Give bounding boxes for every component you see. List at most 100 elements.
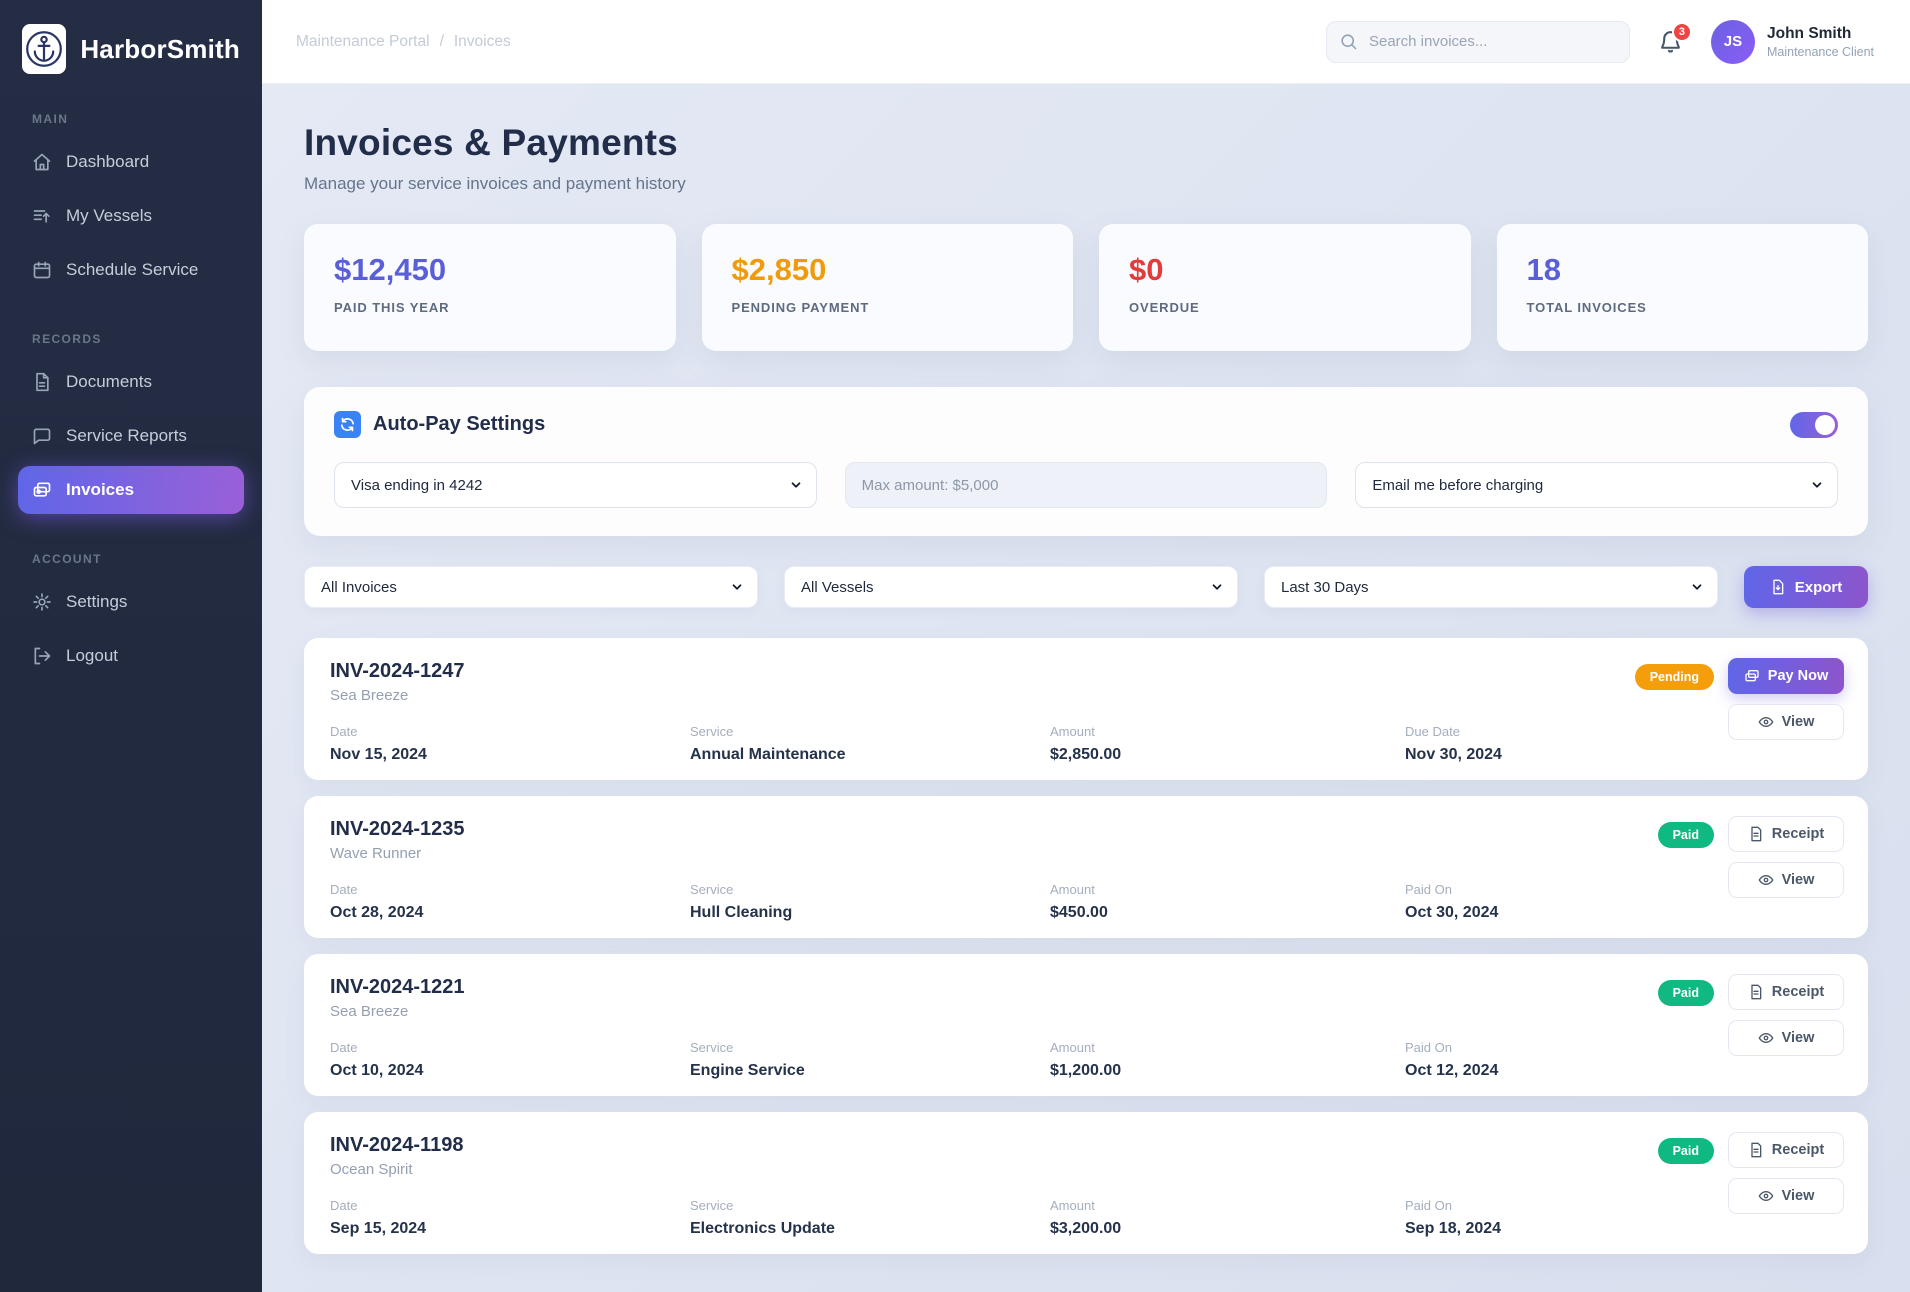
- home-icon: [32, 152, 52, 172]
- user-role: Maintenance Client: [1767, 45, 1874, 59]
- stat-value: $12,450: [334, 252, 646, 288]
- document-icon: [32, 372, 52, 392]
- invoice-number: INV-2024-1198: [330, 1134, 1842, 1157]
- stat-value: $0: [1129, 252, 1441, 288]
- receipt-button[interactable]: Receipt: [1728, 816, 1844, 852]
- notifications-button[interactable]: 3: [1658, 29, 1683, 54]
- user-name: John Smith: [1767, 25, 1874, 43]
- invoice-field-amount: Amount $450.00: [1050, 882, 1405, 922]
- card-icon: [1744, 668, 1760, 684]
- sidebar-item-label: Service Reports: [66, 426, 187, 446]
- sidebar-item-documents[interactable]: Documents: [18, 358, 244, 406]
- invoice-row: INV-2024-1198 Ocean Spirit Date Sep 15, …: [304, 1112, 1868, 1254]
- stat-label: PAID THIS YEAR: [334, 300, 646, 315]
- sidebar-item-logout[interactable]: Logout: [18, 632, 244, 680]
- sidebar-item-label: Documents: [66, 372, 152, 392]
- sidebar-item-settings[interactable]: Settings: [18, 578, 244, 626]
- gear-icon: [32, 592, 52, 612]
- stat-label: PENDING PAYMENT: [732, 300, 1044, 315]
- autopay-refresh-icon: [334, 411, 361, 438]
- max-amount-input[interactable]: [845, 462, 1328, 508]
- page-title: Invoices & Payments: [304, 122, 1868, 164]
- invoice-row: INV-2024-1247 Sea Breeze Date Nov 15, 20…: [304, 638, 1868, 780]
- report-chat-icon: [32, 426, 52, 446]
- view-label: View: [1782, 1030, 1815, 1046]
- user-menu[interactable]: JS John Smith Maintenance Client: [1711, 20, 1874, 64]
- status-badge: Paid: [1658, 822, 1714, 848]
- notify-select[interactable]: Email me before charging: [1355, 462, 1838, 508]
- sidebar-item-schedule-service[interactable]: Schedule Service: [18, 246, 244, 294]
- sidebar-item-label: My Vessels: [66, 206, 152, 226]
- payment-method-select[interactable]: Visa ending in 4242: [334, 462, 817, 508]
- invoice-list: INV-2024-1247 Sea Breeze Date Nov 15, 20…: [304, 638, 1868, 1254]
- invoice-vessel: Sea Breeze: [330, 687, 1842, 704]
- view-button[interactable]: View: [1728, 704, 1844, 740]
- invoice-cards-icon: [32, 480, 52, 500]
- sidebar-item-label: Settings: [66, 592, 127, 612]
- receipt-icon: [1748, 984, 1764, 1000]
- pay-now-label: Pay Now: [1768, 668, 1828, 684]
- logout-icon: [32, 646, 52, 666]
- breadcrumb-parent[interactable]: Maintenance Portal: [296, 33, 430, 51]
- receipt-button[interactable]: Receipt: [1728, 974, 1844, 1010]
- stat-label: TOTAL INVOICES: [1527, 300, 1839, 315]
- stat-card-overdue: $0 OVERDUE: [1099, 224, 1471, 351]
- notification-count-badge: 3: [1672, 22, 1692, 42]
- anchor-icon: [25, 30, 63, 68]
- search-box: [1326, 21, 1630, 63]
- sidebar-item-label: Logout: [66, 646, 118, 666]
- status-badge: Paid: [1658, 1138, 1714, 1164]
- stat-label: OVERDUE: [1129, 300, 1441, 315]
- breadcrumb: Maintenance Portal / Invoices: [296, 33, 511, 51]
- invoice-field-amount: Amount $2,850.00: [1050, 724, 1405, 764]
- topbar: Maintenance Portal / Invoices 3 JS John …: [262, 0, 1910, 84]
- breadcrumb-separator: /: [440, 33, 444, 51]
- sidebar: HarborSmith MAIN Dashboard My Vessels Sc…: [0, 0, 262, 1292]
- invoice-field-date: Date Oct 10, 2024: [330, 1040, 690, 1080]
- search-input[interactable]: [1326, 21, 1630, 63]
- nav-section-main: MAIN: [32, 112, 244, 126]
- invoice-field-service: Service Electronics Update: [690, 1198, 1050, 1238]
- invoice-vessel: Wave Runner: [330, 845, 1842, 862]
- brand[interactable]: HarborSmith: [18, 24, 244, 74]
- receipt-label: Receipt: [1772, 984, 1824, 1000]
- invoice-row: INV-2024-1221 Sea Breeze Date Oct 10, 20…: [304, 954, 1868, 1096]
- notify-select-wrap: Email me before charging: [1355, 462, 1838, 508]
- view-button[interactable]: View: [1728, 1178, 1844, 1214]
- sidebar-item-dashboard[interactable]: Dashboard: [18, 138, 244, 186]
- vessel-filter-wrap: All Vessels: [784, 566, 1238, 608]
- invoice-number: INV-2024-1221: [330, 976, 1842, 999]
- invoice-field-service: Service Hull Cleaning: [690, 882, 1050, 922]
- view-button[interactable]: View: [1728, 862, 1844, 898]
- invoice-vessel: Sea Breeze: [330, 1003, 1842, 1020]
- view-label: View: [1782, 872, 1815, 888]
- view-button[interactable]: View: [1728, 1020, 1844, 1056]
- export-button[interactable]: Export: [1744, 566, 1868, 608]
- receipt-label: Receipt: [1772, 826, 1824, 842]
- invoice-number: INV-2024-1247: [330, 660, 1842, 683]
- autopay-toggle[interactable]: [1790, 412, 1838, 438]
- sidebar-item-label: Dashboard: [66, 152, 149, 172]
- invoice-field-date: Date Nov 15, 2024: [330, 724, 690, 764]
- invoice-field-amount: Amount $1,200.00: [1050, 1040, 1405, 1080]
- invoice-field-amount: Amount $3,200.00: [1050, 1198, 1405, 1238]
- stat-card-total-invoices: 18 TOTAL INVOICES: [1497, 224, 1869, 351]
- vessel-filter-select[interactable]: All Vessels: [784, 566, 1238, 608]
- receipt-button[interactable]: Receipt: [1728, 1132, 1844, 1168]
- sidebar-item-service-reports[interactable]: Service Reports: [18, 412, 244, 460]
- date-range-select[interactable]: Last 30 Days: [1264, 566, 1718, 608]
- invoice-field-service: Service Annual Maintenance: [690, 724, 1050, 764]
- stat-card-paid-this-year: $12,450 PAID THIS YEAR: [304, 224, 676, 351]
- sidebar-item-invoices[interactable]: Invoices: [18, 466, 244, 514]
- harborsmith-logo: [22, 24, 66, 74]
- invoice-filter-wrap: All Invoices: [304, 566, 758, 608]
- view-label: View: [1782, 714, 1815, 730]
- invoice-field-service: Service Engine Service: [690, 1040, 1050, 1080]
- invoice-number: INV-2024-1235: [330, 818, 1842, 841]
- nav-section-account: ACCOUNT: [32, 552, 244, 566]
- sidebar-item-my-vessels[interactable]: My Vessels: [18, 192, 244, 240]
- payment-method-select-wrap: Visa ending in 4242: [334, 462, 817, 508]
- pay-now-button[interactable]: Pay Now: [1728, 658, 1844, 694]
- stat-value: 18: [1527, 252, 1839, 288]
- invoice-filter-select[interactable]: All Invoices: [304, 566, 758, 608]
